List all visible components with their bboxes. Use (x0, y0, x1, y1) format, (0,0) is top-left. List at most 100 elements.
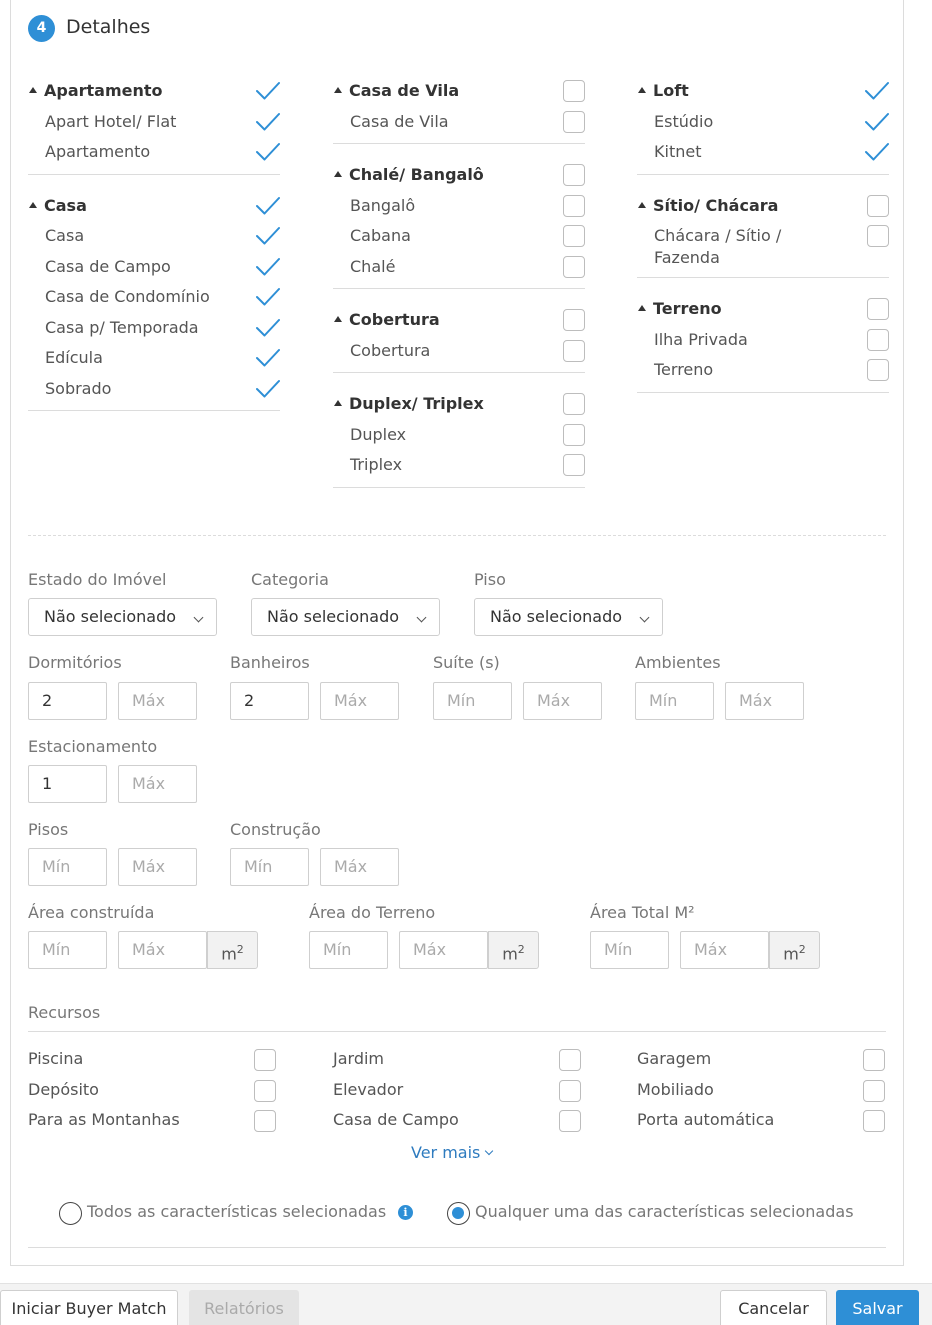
pisos-min-input[interactable]: Mín (28, 848, 107, 886)
checked-icon[interactable] (256, 225, 280, 247)
property-type-item[interactable]: Chalé (333, 250, 585, 281)
checked-icon[interactable] (865, 111, 889, 133)
checked-icon[interactable] (256, 195, 280, 217)
property-group-header[interactable]: Chalé/ Bangalô (333, 158, 585, 189)
checkbox[interactable] (867, 225, 889, 247)
checkbox[interactable] (867, 359, 889, 381)
checkbox[interactable] (563, 194, 585, 217)
recurso-checkbox[interactable] (559, 1080, 581, 1102)
property-type-item[interactable]: Apartamento (28, 135, 280, 166)
construcao-min-input[interactable]: Mín (230, 848, 309, 886)
checkbox[interactable] (867, 194, 889, 217)
collapse-caret-icon[interactable] (29, 201, 37, 208)
checked-icon[interactable] (256, 141, 280, 163)
checkbox[interactable] (563, 110, 585, 133)
checked-icon[interactable] (256, 347, 280, 369)
piso-select[interactable]: Não selecionado (474, 598, 663, 636)
recurso-checkbox[interactable] (559, 1049, 581, 1071)
area-terreno-min-input[interactable]: Mín (309, 931, 388, 969)
property-type-item[interactable]: Casa de Vila (333, 105, 585, 136)
checked-icon[interactable] (865, 141, 889, 163)
pisos-max-input[interactable]: Máx (118, 848, 197, 886)
collapse-caret-icon[interactable] (638, 201, 646, 208)
suites-max-input[interactable]: Máx (523, 682, 602, 720)
area-total-min-input[interactable]: Mín (590, 931, 669, 969)
property-type-item[interactable]: Bangalô (333, 189, 585, 220)
checked-icon[interactable] (256, 317, 280, 339)
property-type-item[interactable]: Casa (28, 219, 280, 250)
property-group-header[interactable]: Loft (637, 74, 889, 105)
area-construida-max-input[interactable]: Máx (118, 931, 207, 969)
collapse-caret-icon[interactable] (334, 400, 342, 406)
checkbox[interactable] (563, 164, 585, 186)
checked-icon[interactable] (256, 80, 280, 102)
match-any-radio[interactable] (447, 1202, 470, 1225)
save-button[interactable]: Salvar (836, 1290, 919, 1325)
property-type-item[interactable]: Terreno (637, 353, 889, 384)
property-type-item[interactable]: Sobrado (28, 372, 280, 403)
property-group-header[interactable]: Sítio/ Chácara (637, 189, 889, 220)
checkbox[interactable] (563, 309, 585, 331)
ambientes-max-input[interactable]: Máx (725, 682, 804, 720)
recurso-checkbox[interactable] (254, 1110, 276, 1132)
dormitorios-max-input[interactable]: Máx (118, 682, 197, 720)
collapse-caret-icon[interactable] (334, 87, 342, 93)
estado-select[interactable]: Não selecionado (28, 598, 217, 636)
match-all-radio[interactable] (59, 1202, 82, 1225)
property-type-item[interactable]: Cobertura (333, 334, 585, 365)
recurso-checkbox[interactable] (863, 1080, 885, 1102)
cancel-button[interactable]: Cancelar (720, 1290, 827, 1325)
property-group-header[interactable]: Casa (28, 189, 280, 220)
suites-min-input[interactable]: Mín (433, 682, 512, 720)
recurso-checkbox[interactable] (863, 1110, 885, 1132)
checkbox[interactable] (563, 255, 585, 278)
iniciar-buyer-match-button[interactable]: Iniciar Buyer Match (0, 1290, 178, 1325)
property-type-item[interactable]: Apart Hotel/ Flat (28, 105, 280, 136)
property-type-item[interactable]: Duplex (333, 418, 585, 449)
dormitorios-min-input[interactable]: 2 (28, 682, 107, 720)
checkbox[interactable] (867, 328, 889, 351)
ver-mais-link[interactable]: Ver mais (411, 1143, 494, 1162)
collapse-caret-icon[interactable] (638, 87, 646, 93)
property-group-header[interactable]: Duplex/ Triplex (333, 387, 585, 418)
checked-icon[interactable] (256, 111, 280, 133)
checkbox[interactable] (563, 393, 585, 415)
property-type-item[interactable]: Edícula (28, 341, 280, 372)
construcao-max-input[interactable]: Máx (320, 848, 399, 886)
checkbox[interactable] (563, 454, 585, 476)
property-type-item[interactable]: Casa de Campo (28, 250, 280, 281)
property-group-header[interactable]: Cobertura (333, 303, 585, 334)
area-construida-min-input[interactable]: Mín (28, 931, 107, 969)
recurso-checkbox[interactable] (559, 1110, 581, 1132)
recurso-checkbox[interactable] (863, 1049, 885, 1071)
estacionamento-max-input[interactable]: Máx (118, 765, 197, 803)
property-type-item[interactable]: Chácara / Sítio / Fazenda (637, 219, 889, 269)
checked-icon[interactable] (865, 80, 889, 102)
collapse-caret-icon[interactable] (638, 305, 646, 311)
recurso-checkbox[interactable] (254, 1080, 276, 1102)
categoria-select[interactable]: Não selecionado (251, 598, 440, 636)
area-total-max-input[interactable]: Máx (680, 931, 769, 969)
banheiros-max-input[interactable]: Máx (320, 682, 399, 720)
ambientes-min-input[interactable]: Mín (635, 682, 714, 720)
property-type-item[interactable]: Casa de Condomínio (28, 280, 280, 311)
property-type-item[interactable]: Ilha Privada (637, 323, 889, 354)
checkbox[interactable] (563, 80, 585, 102)
info-icon[interactable]: i (398, 1205, 413, 1220)
property-group-header[interactable]: Apartamento (28, 74, 280, 105)
checked-icon[interactable] (256, 378, 280, 400)
checkbox[interactable] (563, 423, 585, 446)
estacionamento-min-input[interactable]: 1 (28, 765, 107, 803)
checked-icon[interactable] (256, 286, 280, 308)
property-type-item[interactable]: Triplex (333, 448, 585, 479)
relatorios-button[interactable]: Relatórios (189, 1290, 299, 1325)
property-type-item[interactable]: Cabana (333, 219, 585, 250)
checked-icon[interactable] (256, 256, 280, 278)
collapse-caret-icon[interactable] (29, 87, 37, 93)
recurso-checkbox[interactable] (254, 1049, 276, 1071)
area-terreno-max-input[interactable]: Máx (399, 931, 488, 969)
banheiros-min-input[interactable]: 2 (230, 682, 309, 720)
checkbox[interactable] (563, 339, 585, 362)
collapse-caret-icon[interactable] (334, 171, 342, 177)
checkbox[interactable] (867, 298, 889, 320)
